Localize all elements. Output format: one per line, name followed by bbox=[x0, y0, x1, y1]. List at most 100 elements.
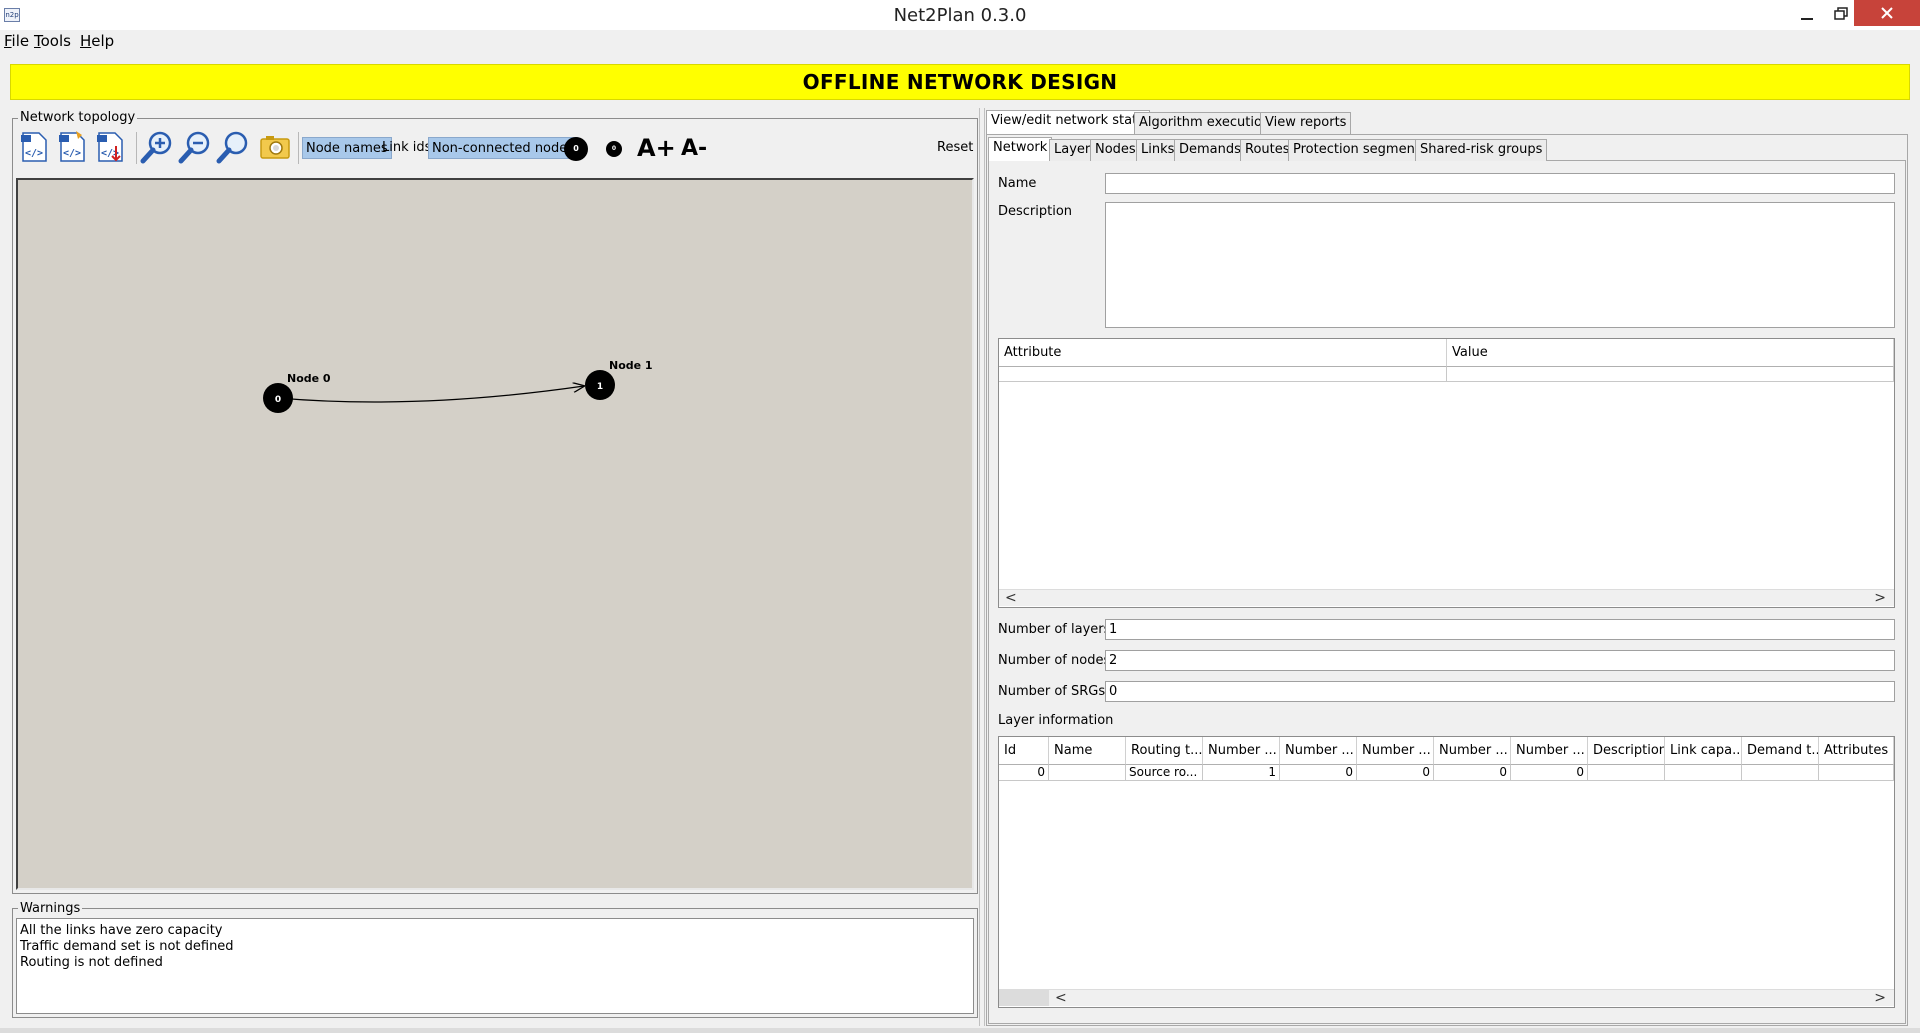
warnings-text[interactable]: All the links have zero capacity Traffic… bbox=[16, 918, 974, 1014]
tab-links[interactable]: Links bbox=[1136, 139, 1180, 161]
decrease-font-button[interactable]: A- bbox=[681, 136, 707, 161]
layer-table-header[interactable]: Number ... bbox=[1357, 737, 1434, 765]
layer-table-cell[interactable] bbox=[1742, 765, 1819, 781]
menu-help[interactable]: Help bbox=[80, 32, 114, 50]
layer-information-table[interactable]: Id Name Routing t... Number ... Number .… bbox=[998, 736, 1895, 1008]
load-design-icon: </> bbox=[21, 132, 47, 162]
menu-tools-label: ools bbox=[40, 32, 71, 50]
layer-table-header[interactable]: Demand t... bbox=[1742, 737, 1819, 765]
layer-table-header[interactable]: Number ... bbox=[1203, 737, 1280, 765]
tab-demands[interactable]: Demands bbox=[1174, 139, 1246, 161]
tab-shared-risk-groups[interactable]: Shared-risk groups bbox=[1415, 139, 1548, 161]
layer-table-header[interactable]: Number ... bbox=[1434, 737, 1511, 765]
attributes-table[interactable]: Attribute Value < > bbox=[998, 338, 1895, 608]
layer-table-header[interactable]: Id bbox=[999, 737, 1049, 765]
value-cell[interactable] bbox=[1447, 367, 1894, 382]
layer-table-cell[interactable] bbox=[1049, 765, 1126, 781]
zoom-out-button[interactable] bbox=[178, 130, 212, 164]
layer-table-horizontal-scrollbar[interactable]: < > bbox=[999, 989, 1894, 1006]
link-ids-toggle[interactable]: Link ids bbox=[379, 137, 434, 159]
node-1[interactable]: 1 Node 1 bbox=[585, 359, 653, 400]
tab-algorithm-execution[interactable]: Algorithm execution bbox=[1134, 112, 1276, 134]
menu-file-label: ile bbox=[11, 32, 30, 50]
layer-information-label: Layer information bbox=[998, 713, 1114, 728]
layer-table-header[interactable]: Routing t... bbox=[1126, 737, 1203, 765]
non-connected-nodes-toggle[interactable]: Non-connected nodes bbox=[428, 137, 579, 159]
menu-tools[interactable]: Tools bbox=[34, 32, 71, 50]
node-0[interactable]: 0 Node 0 bbox=[263, 372, 331, 413]
scroll-right-icon[interactable]: > bbox=[1874, 590, 1886, 606]
tab-network[interactable]: Network bbox=[988, 137, 1053, 161]
mode-banner: OFFLINE NETWORK DESIGN bbox=[10, 64, 1910, 100]
zoom-all-icon bbox=[216, 131, 248, 164]
layer-table-cell[interactable]: 0 bbox=[1434, 765, 1511, 781]
layer-table-cell[interactable]: 0 bbox=[999, 765, 1049, 781]
save-design-icon: </> bbox=[59, 131, 85, 162]
link-0[interactable] bbox=[277, 386, 584, 403]
take-snapshot-button[interactable] bbox=[258, 130, 292, 164]
layer-table-header[interactable]: Link capa... bbox=[1665, 737, 1742, 765]
layer-table-header[interactable]: Number ... bbox=[1280, 737, 1357, 765]
layer-table-header[interactable]: Number ... bbox=[1511, 737, 1588, 765]
scroll-right-icon[interactable]: > bbox=[1874, 990, 1886, 1006]
layer-table-cell[interactable]: 0 bbox=[1357, 765, 1434, 781]
tab-protection-segments[interactable]: Protection segments bbox=[1288, 139, 1432, 161]
topology-canvas[interactable]: 0 Node 0 1 Node 1 bbox=[16, 178, 974, 890]
name-label: Name bbox=[998, 176, 1037, 191]
number-of-layers-label: Number of layers bbox=[998, 622, 1111, 637]
window-bottom-edge bbox=[0, 1028, 1920, 1033]
tab-routes[interactable]: Routes bbox=[1240, 139, 1295, 161]
scroll-left-icon[interactable]: < bbox=[1005, 590, 1017, 606]
zoom-in-button[interactable] bbox=[140, 130, 174, 164]
attribute-column-header[interactable]: Attribute bbox=[999, 339, 1447, 367]
menu-file[interactable]: File bbox=[4, 32, 29, 50]
close-button[interactable] bbox=[1854, 0, 1920, 26]
number-of-nodes-field: 2 bbox=[1105, 650, 1895, 671]
svg-text:</>: </> bbox=[25, 148, 43, 159]
zoom-all-button[interactable] bbox=[216, 130, 250, 164]
tab-nodes[interactable]: Nodes bbox=[1090, 139, 1141, 161]
window-title: Net2Plan 0.3.0 bbox=[893, 5, 1027, 26]
layer-table-cell[interactable] bbox=[1665, 765, 1742, 781]
reset-button[interactable]: Reset bbox=[937, 140, 973, 155]
menu-help-mnemonic: H bbox=[80, 32, 92, 50]
layer-table-cell[interactable] bbox=[1819, 765, 1894, 781]
tab-layer[interactable]: Layer bbox=[1049, 139, 1096, 161]
layer-table-header[interactable]: Description bbox=[1588, 737, 1665, 765]
layer-table-header[interactable]: Name bbox=[1049, 737, 1126, 765]
close-icon bbox=[1881, 7, 1893, 19]
warning-line: All the links have zero capacity bbox=[20, 923, 223, 938]
tab-view-edit-network-state[interactable]: View/edit network state bbox=[986, 110, 1151, 134]
layer-table-cell[interactable]: 0 bbox=[1511, 765, 1588, 781]
name-field[interactable] bbox=[1105, 173, 1895, 194]
warning-line: Traffic demand set is not defined bbox=[20, 939, 234, 954]
number-of-nodes-label: Number of nodes bbox=[998, 653, 1111, 668]
description-field[interactable] bbox=[1105, 202, 1895, 328]
save-design-button[interactable]: </> bbox=[56, 130, 90, 164]
zoom-in-icon bbox=[140, 131, 172, 164]
menu-tools-mnemonic: T bbox=[34, 32, 41, 50]
tab-view-reports[interactable]: View reports bbox=[1260, 112, 1352, 134]
split-pane-divider-edge bbox=[984, 108, 985, 1026]
toolbar-separator bbox=[136, 132, 137, 164]
layer-table-cell[interactable]: 1 bbox=[1203, 765, 1280, 781]
value-column-header[interactable]: Value bbox=[1447, 339, 1894, 367]
topology-graph: 0 Node 0 1 Node 1 bbox=[263, 359, 653, 413]
attributes-horizontal-scrollbar[interactable]: < > bbox=[999, 589, 1894, 606]
node-1-name: Node 1 bbox=[609, 359, 653, 372]
layer-table-header[interactable]: Attributes bbox=[1819, 737, 1894, 765]
camera-icon bbox=[260, 136, 290, 159]
load-design-button[interactable]: </> bbox=[18, 130, 52, 164]
attribute-cell[interactable] bbox=[999, 367, 1447, 382]
layer-table-cell[interactable]: 0 bbox=[1280, 765, 1357, 781]
scroll-left-icon[interactable]: < bbox=[1055, 990, 1067, 1006]
decrease-node-size-button[interactable]: 0 bbox=[606, 141, 622, 157]
increase-node-size-button[interactable]: 0 bbox=[564, 137, 588, 161]
split-pane-divider[interactable] bbox=[979, 108, 980, 1026]
load-traffic-button[interactable]: </> bbox=[94, 130, 128, 164]
menu-file-mnemonic: F bbox=[4, 32, 12, 50]
increase-font-button[interactable]: A+ bbox=[637, 134, 676, 162]
layer-table-cell[interactable]: Source ro... bbox=[1126, 765, 1203, 781]
load-traffic-icon: </> bbox=[97, 132, 123, 162]
layer-table-cell[interactable] bbox=[1588, 765, 1665, 781]
